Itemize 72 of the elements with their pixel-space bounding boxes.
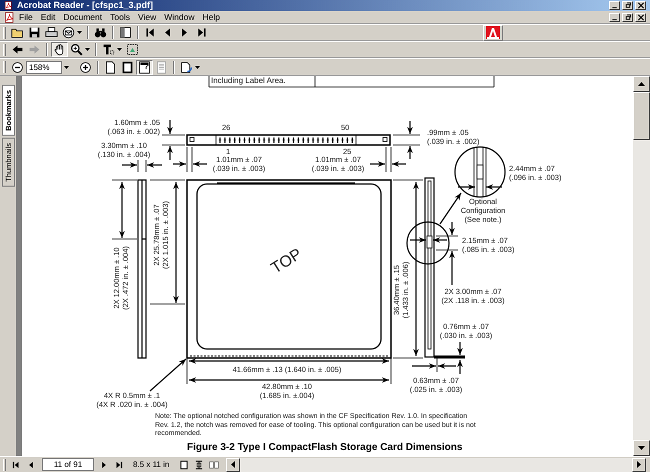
caret-icon (77, 31, 82, 34)
mail-icon (62, 26, 75, 39)
rotate-button[interactable] (178, 60, 202, 74)
single-page-icon (179, 460, 190, 470)
restore-button[interactable] (622, 12, 633, 22)
page-number-field[interactable]: 11 of 91 (42, 458, 94, 471)
mail-button[interactable] (60, 25, 84, 40)
up-arrow-icon (638, 82, 645, 86)
panel-icon (119, 26, 132, 39)
first-page-icon (144, 26, 157, 39)
menu-item[interactable]: Document (59, 11, 106, 23)
select-area-button[interactable] (124, 42, 141, 57)
restore-icon (624, 14, 632, 20)
close-button[interactable] (635, 1, 646, 10)
caret-icon (64, 66, 69, 68)
forward-arrow-icon (28, 43, 41, 56)
logo-button[interactable] (483, 24, 503, 40)
restore-icon (624, 2, 632, 9)
panel-button[interactable] (117, 25, 134, 40)
folder-icon (11, 26, 24, 39)
close-icon (636, 2, 644, 9)
right-arrow-icon (637, 461, 642, 468)
caret-icon (85, 48, 90, 51)
page-size-text: 8.5 x 11 in (133, 460, 170, 470)
window-title: Acrobat Reader - [cfspc1_3.pdf] (17, 0, 154, 11)
scroll-thumb[interactable] (633, 92, 650, 140)
table-cell: Including Label Area. (211, 76, 286, 86)
rotate-icon (180, 60, 193, 74)
facing-pages-icon (209, 460, 220, 470)
scroll-left-button[interactable] (226, 458, 240, 472)
hand-icon (53, 43, 66, 56)
left-arrow-icon (231, 461, 236, 468)
restore-button[interactable] (622, 1, 633, 10)
menu-item[interactable]: Window (160, 11, 198, 23)
zoom-field[interactable]: 158% (26, 60, 62, 74)
binoculars-icon (94, 26, 107, 39)
fit-width-icon (138, 60, 151, 74)
continuous-page-icon (194, 460, 204, 470)
zoom-in-button[interactable] (68, 42, 92, 57)
last-page-icon (114, 460, 124, 470)
zoom-in-icon (79, 60, 92, 74)
menu-item[interactable]: Tools (106, 11, 134, 23)
fit-page-icon (121, 60, 134, 74)
fit-visible-icon (155, 60, 168, 74)
page-icon (104, 60, 117, 74)
card-label: TOP (268, 246, 306, 278)
menu-item[interactable]: Edit (36, 11, 60, 23)
menu-item[interactable]: File (15, 11, 37, 23)
back-arrow-icon (11, 43, 24, 56)
scroll-up-button[interactable] (633, 76, 650, 92)
zoom-out-icon (11, 60, 24, 74)
minimize-button[interactable] (609, 1, 620, 10)
fit-width-button[interactable] (136, 60, 153, 74)
close-icon (636, 14, 644, 20)
select-area-icon (126, 43, 139, 56)
menu-item[interactable]: View (134, 11, 160, 23)
hand-button[interactable] (51, 42, 68, 57)
menu-item[interactable]: Help (198, 11, 224, 23)
scroll-right-button[interactable] (632, 458, 646, 472)
caret-icon (195, 66, 200, 68)
text-select-icon (102, 43, 115, 56)
caret-icon (117, 48, 122, 51)
down-arrow-icon (638, 446, 645, 450)
printer-button[interactable] (43, 25, 60, 40)
detail-circle (454, 146, 506, 198)
first-page-icon (11, 460, 21, 470)
close-button[interactable] (635, 12, 646, 22)
figure-caption: Figure 3-2 Type I CompactFlash Storage Card Dimensions (187, 442, 462, 454)
scroll-down-button[interactable] (633, 440, 650, 456)
minimize-button[interactable] (609, 12, 620, 22)
app-icon (4, 1, 13, 10)
printer-icon (45, 26, 58, 39)
